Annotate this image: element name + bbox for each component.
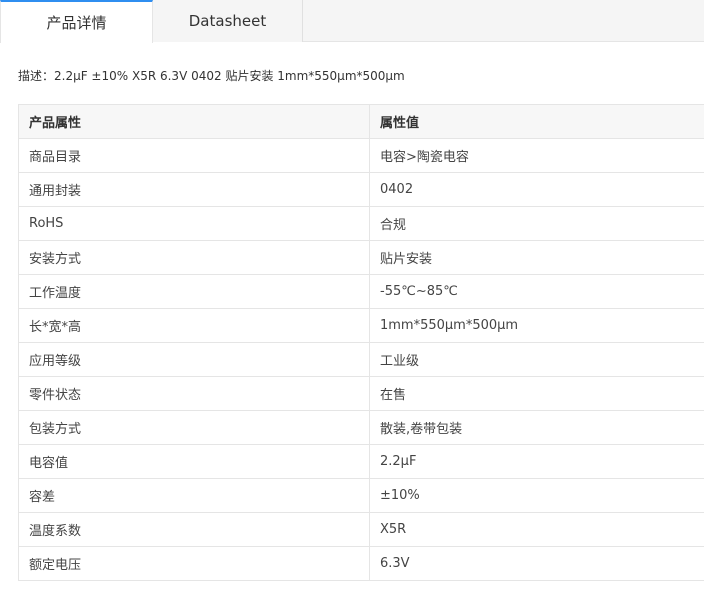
attribute-table-body: 商品目录 电容>陶瓷电容 通用封装 0402 RoHS 合规 安装方式 贴片安装 工作温度 -55… (18, 138, 704, 581)
table-row: 通用封装 0402 (18, 172, 704, 207)
attribute-name-cell: 温度系数 (18, 512, 370, 547)
table-row: 应用等级 工业级 (18, 342, 704, 377)
table-row: 工作温度 -55℃~85℃ (18, 274, 704, 309)
attribute-name-cell: 零件状态 (18, 376, 370, 411)
attribute-value-cell: 散装,卷带包装 (369, 410, 704, 445)
attribute-name-cell: 容差 (18, 478, 370, 513)
table-row: 温度系数 X5R (18, 512, 704, 547)
attribute-name-cell: 安装方式 (18, 240, 370, 275)
attribute-name-cell: 通用封装 (18, 172, 370, 207)
table-row: 安装方式 贴片安装 (18, 240, 704, 275)
attribute-value-cell: 工业级 (369, 342, 704, 377)
attribute-table: 产品属性 属性值 商品目录 电容>陶瓷电容 通用封装 0402 RoHS 合规 安装方式 贴片… (18, 104, 704, 581)
product-description: 描述：2.2μF ±10% X5R 6.3V 0402 贴片安装 1mm*550… (18, 69, 405, 83)
attribute-name-cell: 电容值 (18, 444, 370, 479)
table-row: 包装方式 散装,卷带包装 (18, 410, 704, 445)
attribute-value-cell: 6.3V (369, 546, 704, 581)
table-row: 额定电压 6.3V (18, 546, 704, 581)
attribute-name-cell: RoHS (18, 206, 370, 241)
attribute-name-cell: 应用等级 (18, 342, 370, 377)
table-row: 电容值 2.2μF (18, 444, 704, 479)
attribute-value-cell: 贴片安装 (369, 240, 704, 275)
attribute-value-cell: 1mm*550μm*500μm (369, 308, 704, 343)
table-header-row: 产品属性 属性值 (18, 104, 704, 139)
attribute-name-cell: 包装方式 (18, 410, 370, 445)
attribute-name-cell: 商品目录 (18, 138, 370, 173)
column-header-attribute: 产品属性 (18, 104, 370, 139)
attribute-value-cell: -55℃~85℃ (369, 274, 704, 309)
attribute-value-cell: 0402 (369, 172, 704, 207)
tab-bar: 产品详情 Datasheet (0, 0, 704, 43)
table-row: 容差 ±10% (18, 478, 704, 513)
tab-product-details[interactable]: 产品详情 (0, 0, 153, 43)
table-row: 商品目录 电容>陶瓷电容 (18, 138, 704, 173)
attribute-name-cell: 工作温度 (18, 274, 370, 309)
attribute-value-cell: 在售 (369, 376, 704, 411)
tab-datasheet[interactable]: Datasheet (153, 0, 303, 42)
attribute-value-cell: X5R (369, 512, 704, 547)
table-row: 零件状态 在售 (18, 376, 704, 411)
table-row: RoHS 合规 (18, 206, 704, 241)
attribute-name-cell: 长*宽*高 (18, 308, 370, 343)
attribute-value-cell: 电容>陶瓷电容 (369, 138, 704, 173)
table-row: 长*宽*高 1mm*550μm*500μm (18, 308, 704, 343)
attribute-name-cell: 额定电压 (18, 546, 370, 581)
attribute-value-cell: 2.2μF (369, 444, 704, 479)
attribute-value-cell: 合规 (369, 206, 704, 241)
column-header-value: 属性值 (369, 104, 704, 139)
attribute-value-cell: ±10% (369, 478, 704, 513)
